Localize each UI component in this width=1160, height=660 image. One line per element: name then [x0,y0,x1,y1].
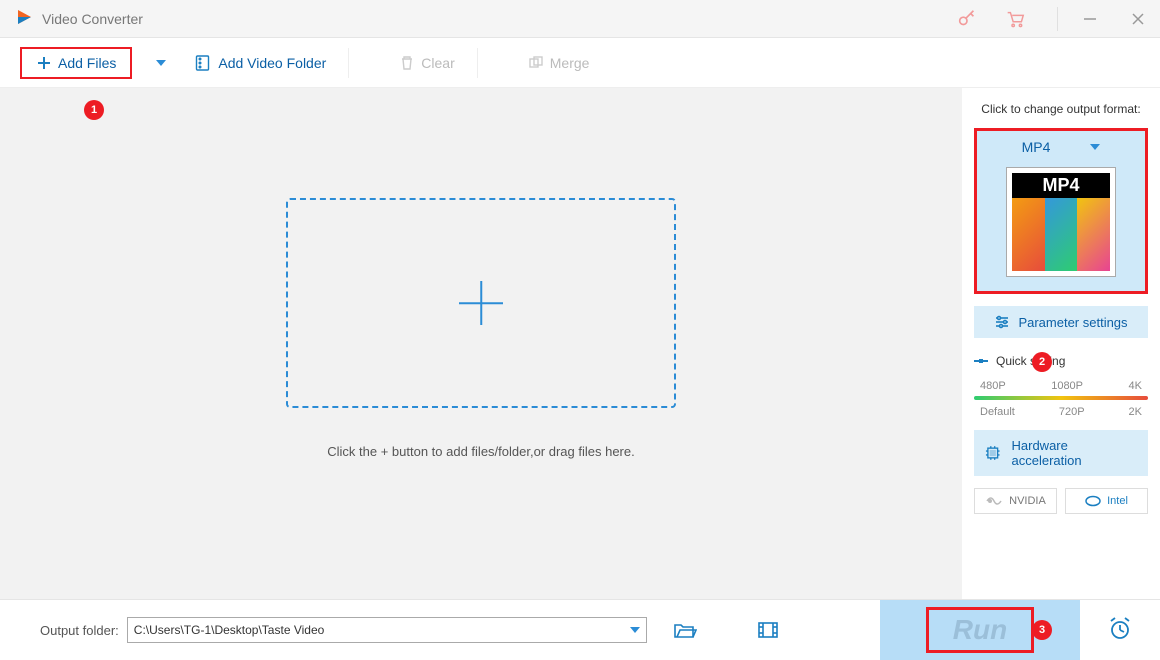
step-badge-3: 3 [1032,620,1052,640]
quick-setting-slider[interactable]: 480P 1080P 4K Default 720P 2K [974,380,1148,418]
chevron-down-icon [1090,144,1100,150]
intel-toggle[interactable]: Intel [1065,488,1148,514]
open-folder-button[interactable] [673,620,697,640]
parameter-settings-label: Parameter settings [1018,315,1127,330]
minimize-icon[interactable] [1078,7,1102,31]
run-button[interactable]: Run [926,607,1034,653]
nvidia-toggle[interactable]: NVIDIA [974,488,1057,514]
output-format-selector[interactable]: MP4 MP4 [974,128,1148,294]
cart-icon[interactable] [1003,7,1027,31]
plus-icon [36,55,52,71]
preset-1080p: 1080P [1051,380,1083,392]
preset-default: Default [980,406,1015,418]
sliders-icon [994,314,1010,330]
output-folder-path: C:\Users\TG-1\Desktop\Taste Video [134,623,325,637]
toolbar: Add Files Add Video Folder Clear Merge [0,38,1160,88]
close-icon[interactable] [1126,7,1150,31]
intel-icon [1085,495,1101,507]
app-title: Video Converter [42,11,143,27]
add-folder-button[interactable]: Add Video Folder [194,54,326,72]
dropzone-hint: Click the + button to add files/folder,o… [327,444,634,459]
merge-label: Merge [550,55,590,71]
step-badge-1: 1 [84,100,104,120]
hw-accel-label: Hardware acceleration [1012,438,1139,468]
format-thumb-label: MP4 [1012,173,1110,198]
chevron-down-icon [630,627,640,633]
add-files-button[interactable]: Add Files [20,47,132,79]
scheduler-button[interactable] [1107,616,1133,645]
plus-icon [459,281,503,325]
chip-icon [984,444,1002,462]
preset-720p: 720P [1059,406,1085,418]
format-name: MP4 [1022,139,1051,155]
folder-video-icon [194,54,212,72]
quick-setting-label: Quick setting [996,354,1065,368]
film-icon [757,621,779,639]
format-thumbnail: MP4 [1006,167,1116,277]
hardware-acceleration-button[interactable]: Hardware acceleration [974,430,1148,476]
film-button[interactable] [757,621,779,639]
app-logo-icon [14,7,34,30]
add-files-label: Add Files [58,55,116,71]
alarm-clock-icon [1107,616,1133,642]
toolbar-separator [477,48,478,78]
intel-label: Intel [1107,495,1128,507]
output-folder-label: Output folder: [40,623,119,638]
nvidia-label: NVIDIA [1009,495,1046,507]
toolbar-separator [348,48,349,78]
titlebar: Video Converter [0,0,1160,38]
add-folder-label: Add Video Folder [218,55,326,71]
merge-button[interactable]: Merge [528,55,590,71]
merge-icon [528,55,544,71]
clear-button[interactable]: Clear [399,55,454,71]
drop-stage: 1 Click the + button to add files/folder… [0,88,962,599]
folder-open-icon [673,620,697,640]
dropzone[interactable] [286,198,676,408]
preset-2k: 2K [1129,406,1142,418]
parameter-settings-button[interactable]: Parameter settings [974,306,1148,338]
output-sidebar: Click to change output format: MP4 MP4 2… [962,88,1160,599]
change-format-label: Click to change output format: [974,102,1148,116]
run-zone: Run 3 [880,600,1080,660]
preset-4k: 4K [1129,380,1142,392]
preset-480p: 480P [980,380,1006,392]
clear-label: Clear [421,55,454,71]
step-badge-2: 2 [1032,352,1052,372]
footer: Output folder: C:\Users\TG-1\Desktop\Tas… [0,599,1160,660]
key-icon[interactable] [955,7,979,31]
nvidia-icon [985,495,1003,507]
node-icon [974,354,988,368]
add-files-dropdown-icon[interactable] [156,60,166,66]
quick-setting-header: Quick setting [974,354,1148,368]
run-label: Run [953,614,1007,645]
output-folder-input[interactable]: C:\Users\TG-1\Desktop\Taste Video [127,617,647,643]
trash-icon [399,55,415,71]
